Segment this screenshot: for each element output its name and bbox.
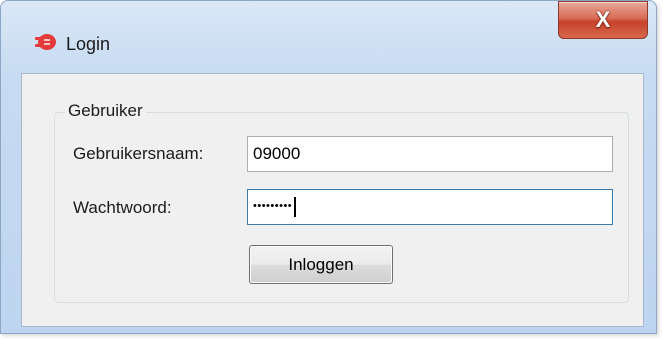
text-caret [294,197,297,217]
groupbox-legend: Gebruiker [65,100,146,122]
close-icon: X [595,7,611,32]
close-button[interactable]: X [558,1,648,39]
app-icon [34,32,58,52]
title-bar[interactable]: Login X [1,1,656,73]
username-label: Gebruikersnaam: [73,144,204,163]
password-field[interactable]: ••••••••• [247,189,613,225]
username-value: 09000 [253,144,301,163]
username-field[interactable]: 09000 [247,136,613,172]
password-value: ••••••••• [253,200,293,212]
window-title: Login [66,34,111,54]
login-button[interactable]: Inloggen [249,245,393,284]
password-label: Wachtwoord: [73,198,172,217]
